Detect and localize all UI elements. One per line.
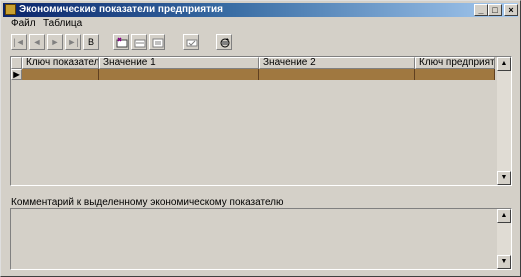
cell-indicator-key[interactable] [22,69,99,80]
row-indicator-icon: ▶ [11,69,22,80]
last-icon: ►| [67,37,79,47]
edit-icon [152,38,164,48]
scroll-down-icon[interactable]: ▼ [497,171,511,185]
title-bar[interactable]: Экономические показатели предприятия _ □… [3,3,518,17]
delete-icon [134,39,146,48]
window-title: Экономические показатели предприятия [19,4,223,15]
comment-memo[interactable]: ▲ ▼ [10,208,512,270]
scroll-up-icon[interactable]: ▲ [497,57,511,71]
first-icon: |◄ [13,37,25,47]
first-record-button[interactable]: |◄ [11,34,27,50]
column-header-value-1[interactable]: Значение 1 [99,57,259,69]
grid-scrollbar[interactable]: ▲ ▼ [497,57,511,185]
toolbar: |◄ ◄ ► ►| В [3,32,518,54]
cell-enterprise-key[interactable] [415,69,495,80]
insert-record-button[interactable] [113,34,129,50]
last-record-button[interactable]: ►| [65,34,81,50]
comment-scroll-down-icon[interactable]: ▼ [497,255,511,269]
post-edit-button[interactable] [183,34,199,50]
next-record-button[interactable]: ► [47,34,63,50]
comment-scrollbar[interactable]: ▲ ▼ [497,209,511,269]
refresh-icon [220,38,230,48]
close-button[interactable]: × [504,4,518,16]
refresh-button[interactable] [216,34,232,50]
column-header-enterprise-key[interactable]: Ключ предприятия [415,57,495,69]
grid-header: Ключ показателя Значение 1 Значение 2 Кл… [11,57,495,69]
menu-file[interactable]: Файл [9,18,38,30]
comment-label: Комментарий к выделенному экономическому… [11,197,284,208]
column-header-indicator-key[interactable]: Ключ показателя [22,57,99,69]
cell-value-1[interactable] [99,69,259,80]
data-grid[interactable]: Ключ показателя Значение 1 Значение 2 Кл… [10,56,512,186]
cell-value-2[interactable] [259,69,415,80]
edit-record-button[interactable] [149,34,165,50]
maximize-button[interactable]: □ [488,4,502,16]
comment-scroll-up-icon[interactable]: ▲ [497,209,511,223]
header-indicator-cell [11,57,22,69]
refresh-data-button[interactable]: В [83,34,99,50]
column-header-value-2[interactable]: Значение 2 [259,57,415,69]
menu-bar: Файл Таблица [3,18,518,30]
app-icon[interactable] [5,4,16,15]
prior-icon: ◄ [32,37,42,47]
main-window: Экономические показатели предприятия _ □… [0,0,521,277]
table-row[interactable]: ▶ [11,69,495,80]
letter-icon: В [87,37,94,47]
post-icon [186,39,198,47]
prior-record-button[interactable]: ◄ [29,34,45,50]
delete-record-button[interactable] [131,34,147,50]
insert-icon [116,37,128,48]
next-icon: ► [50,37,60,47]
minimize-button[interactable]: _ [474,4,488,16]
menu-table[interactable]: Таблица [41,18,84,30]
